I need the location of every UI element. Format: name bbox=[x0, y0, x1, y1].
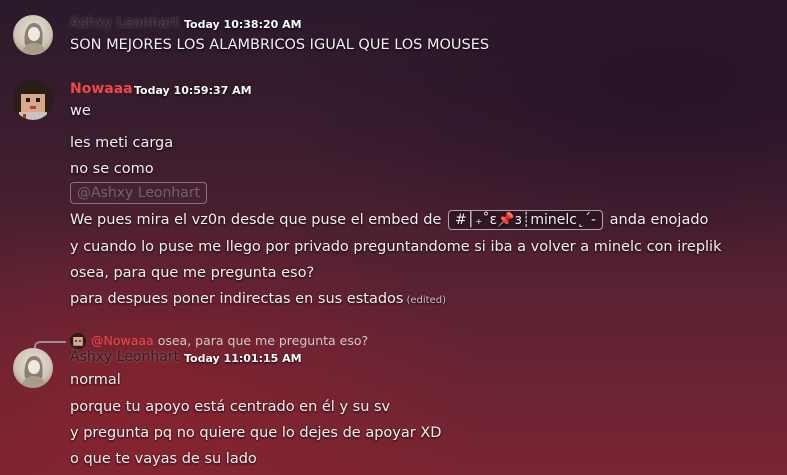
mention-chip[interactable]: @Ashxy Leonhart bbox=[70, 182, 208, 204]
user-avatar-ashxy[interactable] bbox=[13, 15, 53, 55]
message-text: normal bbox=[70, 372, 121, 388]
user-avatar-nowaaa[interactable] bbox=[13, 80, 53, 120]
channel-mention[interactable]: #│₊˚ɛ📌ɜ┊minelc˛ˊ- bbox=[447, 210, 604, 230]
user-avatar-ashxy[interactable] bbox=[13, 348, 53, 388]
timestamp: Today 10:59:37 AM bbox=[134, 84, 252, 97]
message-text-part: anda enojado bbox=[609, 212, 709, 228]
message-text: osea, para que me pregunta eso? bbox=[70, 265, 315, 281]
message-text: les meti carga bbox=[70, 135, 174, 151]
reply-avatar[interactable] bbox=[70, 333, 86, 349]
message-text: we bbox=[70, 103, 91, 119]
username[interactable]: Ashxy Leonhart bbox=[70, 15, 179, 31]
message-text-part: para despues poner indirectas en sus est… bbox=[70, 291, 404, 307]
message-text: y cuando lo puse me llego por privado pr… bbox=[70, 239, 722, 255]
reply-author[interactable]: @Nowaaa bbox=[91, 333, 154, 348]
username[interactable]: Ashxy Leonhart bbox=[70, 349, 179, 365]
message-text: y pregunta pq no quiere que lo dejes de … bbox=[70, 425, 442, 441]
portrait-icon bbox=[21, 356, 47, 388]
timestamp: Today 11:01:15 AM bbox=[184, 352, 302, 365]
username[interactable]: Nowaaa bbox=[70, 81, 133, 97]
edited-label: (edited) bbox=[406, 295, 447, 306]
message-text: o que te vayas de su lado bbox=[70, 451, 257, 467]
message-text: SON MEJORES LOS ALAMBRICOS IGUAL QUE LOS… bbox=[70, 37, 490, 53]
pixel-face-icon bbox=[70, 333, 86, 349]
message-text-part: We pues mira el vz0n desde que puse el e… bbox=[70, 212, 442, 228]
message-text: porque tu apoyo está centrado en él y su… bbox=[70, 399, 391, 415]
reply-preview[interactable]: @Nowaaa osea, para que me pregunta eso? bbox=[91, 333, 368, 348]
user-mention[interactable]: @Ashxy Leonhart bbox=[70, 182, 208, 204]
timestamp: Today 10:38:20 AM bbox=[184, 18, 302, 31]
message-text: We pues mira el vz0n desde que puse el e… bbox=[70, 210, 708, 230]
message-text: no se como bbox=[70, 161, 154, 177]
portrait-icon bbox=[21, 23, 47, 55]
reply-text: osea, para que me pregunta eso? bbox=[157, 333, 369, 348]
pixel-face-icon bbox=[13, 80, 53, 120]
message-text: para despues poner indirectas en sus est… bbox=[70, 291, 446, 307]
